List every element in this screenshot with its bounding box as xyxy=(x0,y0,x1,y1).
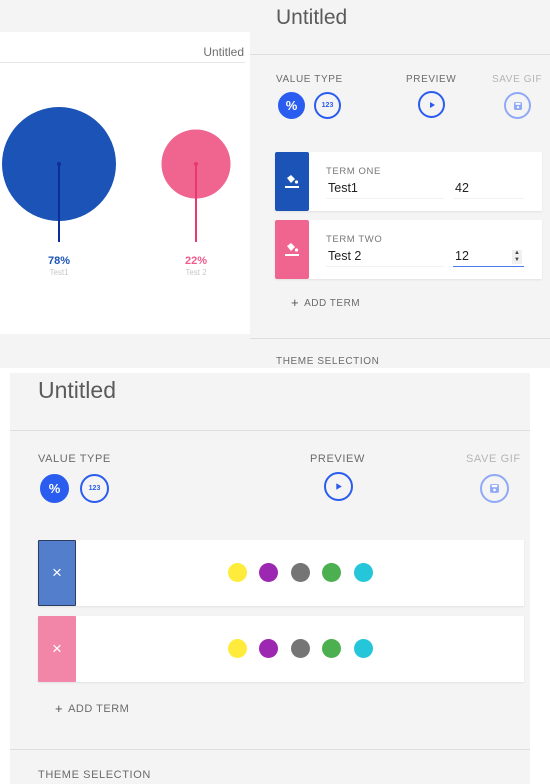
save-icon xyxy=(490,484,499,493)
palette-color-green[interactable] xyxy=(322,563,341,582)
panel-title[interactable]: Untitled xyxy=(276,6,347,30)
palette-color-grey[interactable] xyxy=(291,639,310,658)
bubble-term-label: Test 2 xyxy=(185,268,207,277)
term-color-swatch[interactable] xyxy=(275,220,309,279)
save-gif-button[interactable] xyxy=(480,474,509,503)
term-value-input[interactable]: 12 ▲ ▼ xyxy=(453,249,524,267)
bubble-chart: 78%Test1 22%Test 2 xyxy=(2,107,231,277)
palette-color-yellow[interactable] xyxy=(228,563,247,582)
preview-play-button[interactable] xyxy=(418,91,445,118)
bottom-screenshot: Untitled VALUE TYPE % 123 PREVIEW SAVE G… xyxy=(0,368,550,784)
settings-panel: Untitled VALUE TYPE % 123 PREVIEW SAVE G… xyxy=(250,0,550,368)
term-label: TERM TWO xyxy=(326,234,383,245)
play-icon xyxy=(336,483,342,490)
save-gif-button[interactable] xyxy=(504,92,531,119)
term-card: TERM ONE Test1 42 xyxy=(275,152,542,211)
panel-title[interactable]: Untitled xyxy=(38,377,116,404)
palette-color-grey[interactable] xyxy=(291,563,310,582)
preview-play-button[interactable] xyxy=(324,472,353,501)
percent-value-button[interactable]: % xyxy=(40,474,69,503)
palette-color-purple[interactable] xyxy=(259,639,278,658)
term-value-input[interactable]: 42 xyxy=(453,181,524,199)
number-value-button[interactable]: 123 xyxy=(314,92,341,119)
save-icon xyxy=(513,101,522,110)
term-name-input[interactable]: Test 2 xyxy=(326,249,444,267)
palette-color-green[interactable] xyxy=(322,639,341,658)
percent-value-button[interactable]: % xyxy=(278,92,305,119)
term-color-swatch[interactable] xyxy=(275,152,309,211)
divider xyxy=(250,338,550,339)
palette-color-purple[interactable] xyxy=(259,563,278,582)
term-name-input[interactable]: Test1 xyxy=(326,181,444,199)
add-term-label: ADD TERM xyxy=(304,298,361,309)
bubble-percent-label: 22% xyxy=(185,255,207,267)
term-label: TERM ONE xyxy=(326,166,381,177)
value-type-label: VALUE TYPE xyxy=(38,453,111,465)
bubble-percent-label: 78% xyxy=(48,255,70,267)
add-term-label: ADD TERM xyxy=(68,703,130,715)
divider xyxy=(250,54,550,55)
top-screenshot: Untitled 78% Test1 22% Test 2 Untitled VALU… xyxy=(0,0,550,368)
paint-bucket-icon xyxy=(285,174,299,188)
term-theme-row: × xyxy=(38,540,524,606)
divider xyxy=(10,749,530,750)
play-icon xyxy=(429,101,435,108)
preview-label: PREVIEW xyxy=(406,74,457,85)
bubble-center-dot-2 xyxy=(194,162,198,166)
plus-icon: + xyxy=(291,295,300,310)
chart-preview-card: Untitled 78% Test1 22% Test 2 xyxy=(0,32,250,334)
term-theme-row: × xyxy=(38,616,524,682)
remove-term-button[interactable]: × xyxy=(38,540,76,606)
term-card: TERM TWO Test 2 12 ▲ ▼ xyxy=(275,220,542,279)
settings-panel: Untitled VALUE TYPE % 123 PREVIEW SAVE G… xyxy=(10,373,530,784)
save-gif-label: SAVE GIF xyxy=(492,74,543,85)
paint-bucket-icon xyxy=(285,242,299,256)
bubble-center-dot-1 xyxy=(57,162,61,166)
close-icon: × xyxy=(52,639,62,658)
value-type-label: VALUE TYPE xyxy=(276,74,343,85)
add-term-button[interactable]: + ADD TERM xyxy=(291,295,360,310)
remove-term-button[interactable]: × xyxy=(38,616,76,682)
number-value-button[interactable]: 123 xyxy=(80,474,109,503)
theme-selection-label: THEME SELECTION xyxy=(38,769,151,781)
number-spinner[interactable]: ▲ ▼ xyxy=(512,250,522,264)
save-gif-label: SAVE GIF xyxy=(466,453,521,465)
term-value-text: 12 xyxy=(455,249,469,263)
palette-color-cyan[interactable] xyxy=(354,563,373,582)
palette-color-yellow[interactable] xyxy=(228,639,247,658)
preview-label: PREVIEW xyxy=(310,453,365,465)
close-icon: × xyxy=(52,563,62,582)
add-term-button[interactable]: + ADD TERM xyxy=(55,701,129,716)
theme-selection-label: THEME SELECTION xyxy=(276,356,380,367)
plus-icon: + xyxy=(55,701,64,716)
bubble-term-label: Test1 xyxy=(49,268,69,277)
divider xyxy=(10,430,530,431)
palette-color-cyan[interactable] xyxy=(354,639,373,658)
